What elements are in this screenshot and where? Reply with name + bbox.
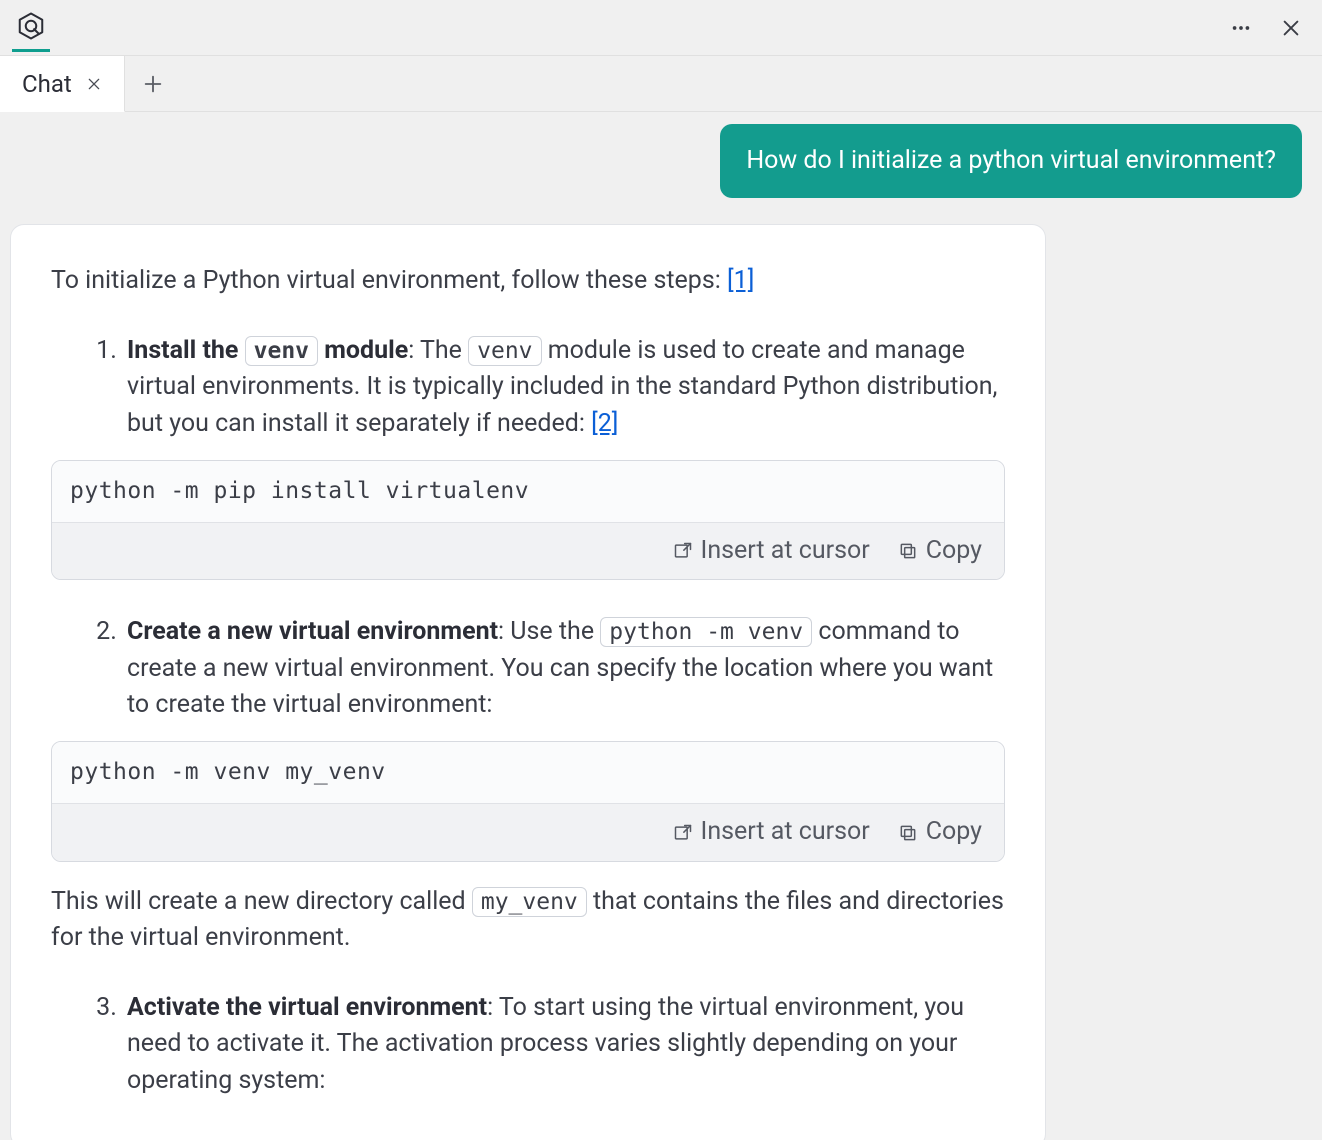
- copy-button[interactable]: Copy: [898, 814, 982, 850]
- copy-label: Copy: [926, 533, 982, 569]
- code-actions-2: Insert at cursor Copy: [52, 803, 1004, 860]
- reference-link-2[interactable]: [2]: [591, 409, 618, 438]
- insert-icon: [673, 823, 693, 843]
- step-1-title: Install the venv module: [127, 336, 408, 365]
- new-tab-button[interactable]: [125, 56, 181, 111]
- titlebar: [0, 0, 1322, 56]
- code-content-1: python -m pip install virtualenv: [52, 461, 1004, 522]
- tab-close-icon[interactable]: [86, 76, 102, 92]
- copy-label: Copy: [926, 814, 982, 850]
- code-block-2: python -m venv my_venv Insert at cursor …: [51, 741, 1005, 862]
- code-actions-1: Insert at cursor Copy: [52, 522, 1004, 579]
- inline-code-python-m-venv: python -m venv: [600, 617, 812, 647]
- assistant-intro: To initialize a Python virtual environme…: [51, 263, 1005, 299]
- insert-label: Insert at cursor: [701, 533, 870, 569]
- more-icon[interactable]: [1230, 17, 1252, 39]
- step-2-title: Create a new virtual environment: [127, 617, 498, 646]
- assistant-message-panel: To initialize a Python virtual environme…: [10, 224, 1046, 1140]
- steps-list-2: Create a new virtual environment: Use th…: [123, 614, 1005, 723]
- titlebar-right: [1230, 17, 1302, 39]
- insert-at-cursor-button[interactable]: Insert at cursor: [673, 533, 870, 569]
- code-content-2: python -m venv my_venv: [52, 742, 1004, 803]
- tab-label: Chat: [22, 70, 72, 98]
- inline-code-venv: venv: [245, 336, 318, 366]
- code-block-1: python -m pip install virtualenv Insert …: [51, 460, 1005, 581]
- after-code2-paragraph: This will create a new directory called …: [51, 884, 1005, 957]
- assistant-intro-text: To initialize a Python virtual environme…: [51, 266, 727, 295]
- insert-icon: [673, 541, 693, 561]
- copy-icon: [898, 541, 918, 561]
- reference-link-1[interactable]: [1]: [727, 266, 754, 295]
- titlebar-left: [16, 11, 46, 44]
- step-1: Install the venv module: The venv module…: [123, 333, 1005, 442]
- step-3-title: Activate the virtual environment: [127, 993, 487, 1022]
- hexagon-q-icon: [16, 11, 46, 41]
- user-message-bubble: How do I initialize a python virtual env…: [720, 124, 1302, 198]
- app-logo[interactable]: [16, 11, 46, 44]
- close-icon[interactable]: [1280, 17, 1302, 39]
- tab-chat[interactable]: Chat: [0, 56, 125, 112]
- copy-icon: [898, 823, 918, 843]
- steps-list-3: Activate the virtual environment: To sta…: [123, 990, 1005, 1099]
- user-message-text: How do I initialize a python virtual env…: [746, 146, 1276, 175]
- step-3: Activate the virtual environment: To sta…: [123, 990, 1005, 1099]
- step-2: Create a new virtual environment: Use th…: [123, 614, 1005, 723]
- steps-list: Install the venv module: The venv module…: [123, 333, 1005, 442]
- inline-code-my-venv: my_venv: [472, 887, 587, 917]
- insert-label: Insert at cursor: [701, 814, 870, 850]
- copy-button[interactable]: Copy: [898, 533, 982, 569]
- user-message-row: How do I initialize a python virtual env…: [10, 124, 1312, 198]
- insert-at-cursor-button[interactable]: Insert at cursor: [673, 814, 870, 850]
- inline-code-venv: venv: [468, 336, 541, 366]
- tabbar: Chat: [0, 56, 1322, 112]
- chat-content: How do I initialize a python virtual env…: [0, 112, 1322, 1140]
